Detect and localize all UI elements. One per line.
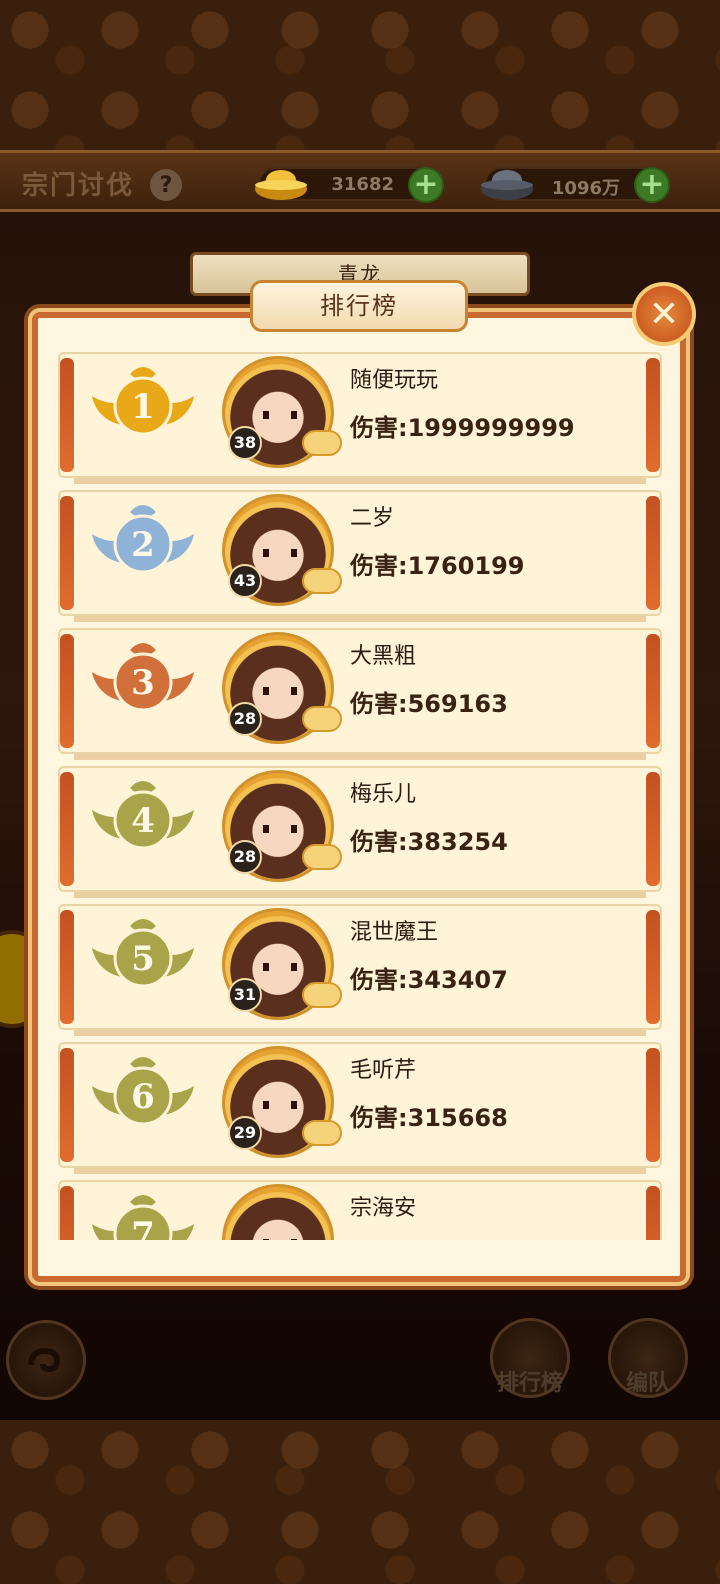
player-level: 38 — [228, 426, 262, 460]
avatar-face — [263, 1101, 297, 1109]
leaderboard-row[interactable]: 6 29 毛听芹伤害:315668 — [58, 1042, 662, 1174]
leaderboard-row[interactable]: 5 31 混世魔王伤害:343407 — [58, 904, 662, 1036]
silver-currency: 1096万 + — [481, 167, 670, 203]
player-damage: 伤害:315668 — [350, 1104, 508, 1132]
modal-title-plate: 排行榜 — [250, 280, 468, 332]
avatar-face — [263, 1239, 297, 1240]
cloud-ornament-icon — [302, 982, 342, 1008]
rank-number: 4 — [131, 801, 155, 841]
player-name: 随便玩玩 — [350, 368, 439, 393]
row-divider — [74, 1168, 646, 1174]
leaderboard-row[interactable]: 2 43 二岁伤害:1760199 — [58, 490, 662, 622]
leaderboard-list[interactable]: 1 38 随便玩玩 伤害:1999999999 2 43 二岁 伤害:1760199 3 28 大黑… — [58, 340, 662, 1240]
rank-medal-icon: 7 — [92, 1195, 194, 1240]
rank-medal-icon: 5 — [92, 919, 194, 988]
top-decor — [0, 0, 720, 150]
rank-number: 5 — [131, 939, 155, 979]
rank-number: 6 — [131, 1077, 155, 1117]
player-name: 混世魔王 — [350, 920, 439, 945]
leaderboard-row[interactable]: 3 28 大黑粗伤害:569163 — [58, 628, 662, 760]
header-bar: 宗门讨伐 ? 31682 + 1096万 + — [0, 150, 720, 212]
cloud-ornament-icon — [302, 844, 342, 870]
player-damage: 伤害:383254 — [350, 828, 508, 856]
avatar-face — [263, 825, 297, 833]
player-damage: 伤害:343407 — [350, 966, 508, 994]
rank-medal-icon: 4 — [92, 781, 194, 850]
player-name: 宗海安 — [350, 1196, 417, 1221]
row-divider — [74, 754, 646, 760]
help-icon[interactable]: ? — [150, 169, 182, 201]
cloud-ornament-icon — [302, 430, 342, 456]
player-damage: 伤害:1760199 — [350, 552, 525, 580]
row-divider — [74, 616, 646, 622]
player-damage: 伤害:569163 — [350, 690, 508, 718]
player-level: 28 — [228, 840, 262, 874]
player-level: 29 — [228, 1116, 262, 1150]
row-divider — [74, 892, 646, 898]
close-button[interactable]: ✕ — [632, 282, 696, 346]
cloud-ornament-icon — [302, 1120, 342, 1146]
leaderboard-row[interactable]: 4 28 梅乐儿伤害:383254 — [58, 766, 662, 898]
player-name: 大黑粗 — [350, 644, 417, 669]
rank-medal-icon: 6 — [92, 1057, 194, 1126]
rank-number: 7 — [131, 1215, 155, 1240]
rank-medal-icon: 3 — [92, 643, 194, 712]
row-divider — [74, 478, 646, 484]
rank-number: 2 — [131, 525, 155, 565]
cloud-ornament-icon — [302, 706, 342, 732]
cloud-ornament-icon — [302, 568, 342, 594]
player-name: 梅乐儿 — [350, 782, 417, 807]
avatar-face — [263, 411, 297, 419]
row-divider — [74, 1030, 646, 1036]
player-avatar[interactable] — [222, 1184, 334, 1240]
page-title: 宗门讨伐 — [22, 171, 135, 201]
player-level: 43 — [228, 564, 262, 598]
rank-number: 3 — [131, 663, 155, 703]
gold-currency: 31682 + — [255, 167, 444, 203]
player-name: 毛听芹 — [350, 1058, 417, 1083]
add-silver-button[interactable]: + — [634, 167, 670, 203]
avatar-face — [263, 687, 297, 695]
silver-amount: 1096万 — [551, 178, 620, 199]
player-level: 31 — [228, 978, 262, 1012]
add-gold-button[interactable]: + — [408, 167, 444, 203]
rank-medal-icon: 2 — [92, 505, 194, 574]
player-damage: 伤害:1999999999 — [350, 414, 575, 442]
gold-ingot-icon — [255, 170, 307, 200]
avatar-face — [263, 549, 297, 557]
player-name: 二岁 — [350, 506, 395, 531]
bottom-decor — [0, 1420, 720, 1584]
silver-ingot-icon — [481, 170, 533, 200]
avatar-face — [263, 963, 297, 971]
modal-title: 排行榜 — [320, 292, 398, 320]
rank-number: 1 — [131, 387, 155, 427]
rank-medal-icon: 1 — [92, 367, 194, 436]
player-level: 28 — [228, 702, 262, 736]
close-icon: ✕ — [648, 293, 680, 335]
leaderboard-row[interactable]: 7 宗海安 — [58, 1180, 662, 1240]
gold-amount: 31682 — [331, 174, 394, 195]
leaderboard-row[interactable]: 1 38 随便玩玩伤害:1999999999 — [58, 352, 662, 484]
